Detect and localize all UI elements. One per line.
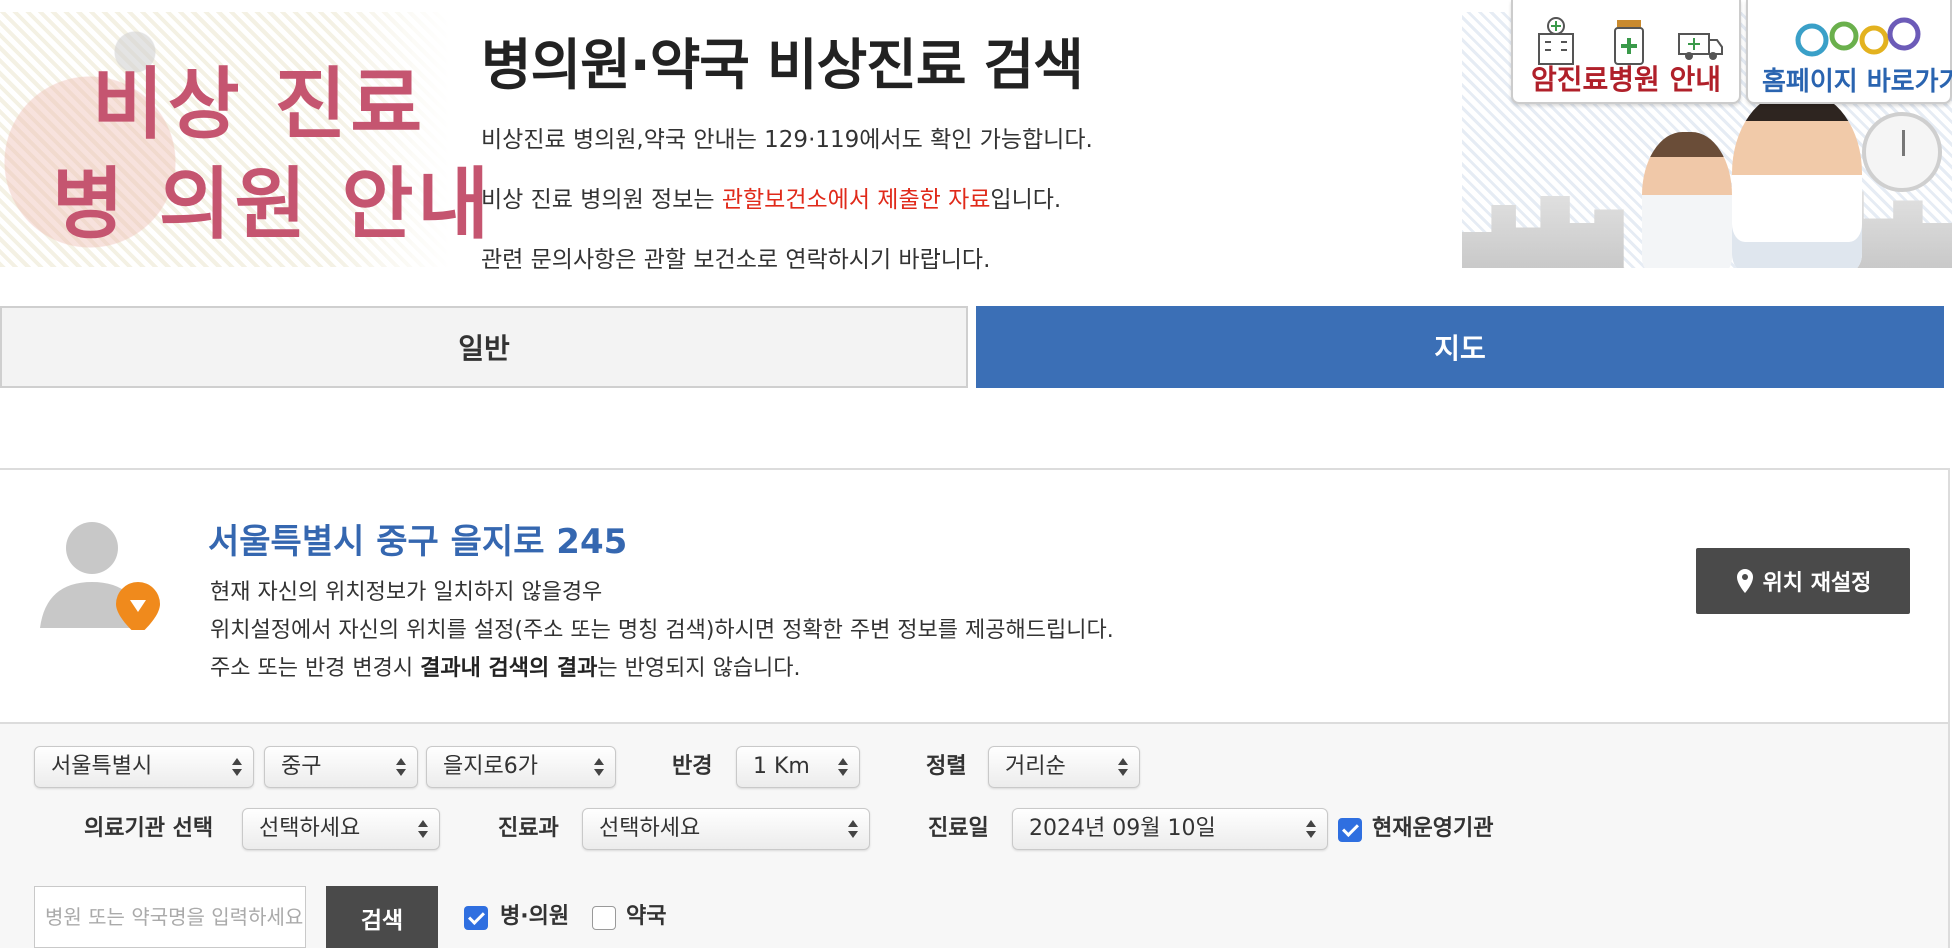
radius-label: 반경 <box>672 754 713 779</box>
location-desc-3-before: 주소 또는 반경 변경시 <box>210 656 421 681</box>
doctor-illustration <box>1732 92 1862 268</box>
sort-label: 정렬 <box>926 754 967 779</box>
institution-select[interactable]: 선택하세요 <box>242 808 440 850</box>
city-select[interactable]: 서울특별시 <box>34 746 254 788</box>
hero-text-line2: 병 의원 안내 <box>52 160 494 250</box>
tab-map[interactable]: 지도 <box>976 306 1944 388</box>
reset-location-button[interactable]: 위치 재설정 <box>1696 548 1910 614</box>
page-header: 비상 진료 병 의원 안내 병의원·약국 비상진료 검색 비상진료 병의원,약국… <box>0 0 1952 300</box>
tab-general[interactable]: 일반 <box>0 306 968 388</box>
page-title: 병의원·약국 비상진료 검색 <box>481 33 1084 97</box>
location-desc-3: 주소 또는 반경 변경시 결과내 검색의 결과는 반영되지 않습니다. <box>210 650 801 682</box>
search-input[interactable] <box>34 886 306 948</box>
institution-label: 의료기관 선택 <box>84 816 214 841</box>
dong-select[interactable]: 을지로6가 <box>426 746 616 788</box>
cancer-hospital-link[interactable]: 암진료병원 안내 <box>1511 0 1741 104</box>
hospital-checkbox-label: 병·의원 <box>500 904 570 929</box>
hospital-checkbox[interactable] <box>464 906 488 930</box>
dong-select-value: 을지로6가 <box>443 754 538 779</box>
select-arrows-icon <box>1118 758 1128 776</box>
date-select[interactable]: 2024년 09월 10일 <box>1012 808 1328 850</box>
location-desc-1: 현재 자신의 위치정보가 일치하지 않을경우 <box>210 580 603 605</box>
department-label: 진료과 <box>498 816 559 841</box>
city-select-value: 서울특별시 <box>51 754 153 779</box>
filter-panel: 서울특별시 중구 을지로6가 반경 1 Km 정렬 거리순 의료기관 선택 선택… <box>0 722 1950 948</box>
district-select[interactable]: 중구 <box>264 746 418 788</box>
select-arrows-icon <box>418 820 428 838</box>
pharmacy-checkbox-label: 약국 <box>626 904 667 929</box>
date-label: 진료일 <box>928 816 989 841</box>
date-select-value: 2024년 09월 10일 <box>1029 816 1216 841</box>
location-panel: 서울특별시 중구 을지로 245 현재 자신의 위치정보가 일치하지 않을경우 … <box>0 468 1950 724</box>
operating-now-checkbox[interactable] <box>1338 818 1362 842</box>
info-text-1: 비상진료 병의원,약국 안내는 129·119에서도 확인 가능합니다. <box>481 127 1093 153</box>
user-location-icon <box>40 522 160 630</box>
homepage-link[interactable]: 홈페이지 바로가기 <box>1746 0 1952 104</box>
select-arrows-icon <box>1306 820 1316 838</box>
info-text-3: 관련 문의사항은 관할 보건소로 연락하시기 바랍니다. <box>481 247 991 273</box>
radius-select-value: 1 Km <box>753 754 810 779</box>
pharmacy-checkbox[interactable] <box>592 906 616 930</box>
current-address: 서울특별시 중구 을지로 245 <box>208 522 628 562</box>
select-arrows-icon <box>594 758 604 776</box>
select-arrows-icon <box>838 758 848 776</box>
info-text-2-before: 비상 진료 병의원 정보는 <box>481 187 722 213</box>
district-select-value: 중구 <box>281 754 322 779</box>
doctor-illustration <box>1642 132 1732 268</box>
info-text-2: 비상 진료 병의원 정보는 관할보건소에서 제출한 자료입니다. <box>481 180 1061 214</box>
operating-now-label: 현재운영기관 <box>1372 816 1494 841</box>
location-desc-2: 위치설정에서 자신의 위치를 설정(주소 또는 명칭 검색)하시면 정확한 주변… <box>210 618 1114 643</box>
search-button[interactable]: 검색 <box>326 886 438 948</box>
hero-text-line1: 비상 진료 <box>92 60 427 150</box>
select-arrows-icon <box>232 758 242 776</box>
institution-select-value: 선택하세요 <box>259 816 361 841</box>
info-text-2-after: 입니다. <box>990 187 1062 213</box>
sort-select[interactable]: 거리순 <box>988 746 1140 788</box>
reset-location-label: 위치 재설정 <box>1762 571 1872 596</box>
homepage-logo-icon <box>1795 17 1921 57</box>
map-pin-icon <box>1736 569 1753 593</box>
info-text-2-highlight: 관할보건소에서 제출한 자료 <box>721 187 991 213</box>
select-arrows-icon <box>848 820 858 838</box>
sort-select-value: 거리순 <box>1005 754 1066 779</box>
location-desc-3-after: 는 반영되지 않습니다. <box>597 656 801 681</box>
radius-select[interactable]: 1 Km <box>736 746 860 788</box>
cancer-hospital-label: 암진료병원 안내 <box>1530 63 1722 96</box>
department-select[interactable]: 선택하세요 <box>582 808 870 850</box>
select-arrows-icon <box>396 758 406 776</box>
clock-icon <box>1862 112 1942 192</box>
location-desc-3-bold: 결과내 검색의 결과 <box>420 656 598 681</box>
department-select-value: 선택하세요 <box>599 816 701 841</box>
homepage-label: 홈페이지 바로가기 <box>1762 67 1952 97</box>
